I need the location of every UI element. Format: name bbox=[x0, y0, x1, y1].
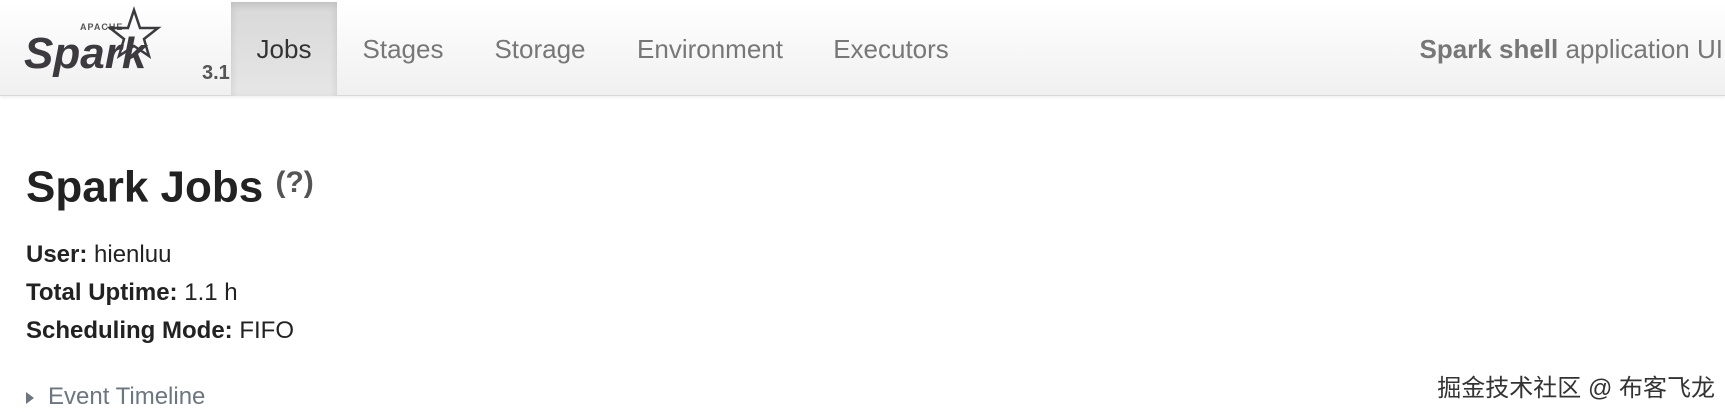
tab-executors[interactable]: Executors bbox=[810, 2, 972, 96]
tab-stages[interactable]: Stages bbox=[338, 2, 468, 96]
summary-value: FIFO bbox=[232, 317, 294, 344]
tab-environment[interactable]: Environment bbox=[612, 2, 808, 96]
summary-label: Total Uptime: bbox=[26, 279, 178, 306]
tab-storage[interactable]: Storage bbox=[470, 2, 610, 96]
app-title: Spark shell application UI bbox=[1420, 2, 1724, 96]
spark-logo[interactable]: APACHE Spark 3.1.1 bbox=[22, 6, 246, 92]
page-title: Spark Jobs (?) bbox=[26, 160, 314, 213]
event-timeline-label: Event Timeline bbox=[48, 383, 206, 410]
expand-arrow-icon bbox=[26, 391, 34, 404]
page-title-text: Spark Jobs bbox=[26, 162, 264, 212]
svg-text:Spark: Spark bbox=[24, 29, 149, 78]
tab-jobs[interactable]: Jobs bbox=[231, 2, 337, 96]
watermark: 掘金技术社区 @ 布客飞龙 bbox=[1437, 375, 1715, 402]
summary-value: 1.1 h bbox=[177, 279, 238, 306]
spark-logo-icon: APACHE Spark bbox=[24, 6, 162, 78]
event-timeline-toggle[interactable]: Event Timeline bbox=[26, 383, 205, 411]
app-title-rest: application UI bbox=[1558, 34, 1723, 64]
help-icon[interactable]: (?) bbox=[275, 166, 313, 199]
summary-uptime: Total Uptime: 1.1 h bbox=[26, 274, 294, 312]
top-navbar: APACHE Spark 3.1.1 Jobs Stages Storage E… bbox=[0, 2, 1725, 96]
summary-value: hienluu bbox=[87, 241, 172, 268]
summary-label: Scheduling Mode: bbox=[26, 317, 233, 344]
summary-label: User: bbox=[26, 241, 88, 268]
summary-scheduling-mode: Scheduling Mode: FIFO bbox=[26, 312, 294, 350]
summary-user: User: hienluu bbox=[26, 236, 294, 274]
job-summary: User: hienluu Total Uptime: 1.1 h Schedu… bbox=[26, 236, 294, 350]
app-title-bold: Spark shell bbox=[1419, 34, 1559, 64]
